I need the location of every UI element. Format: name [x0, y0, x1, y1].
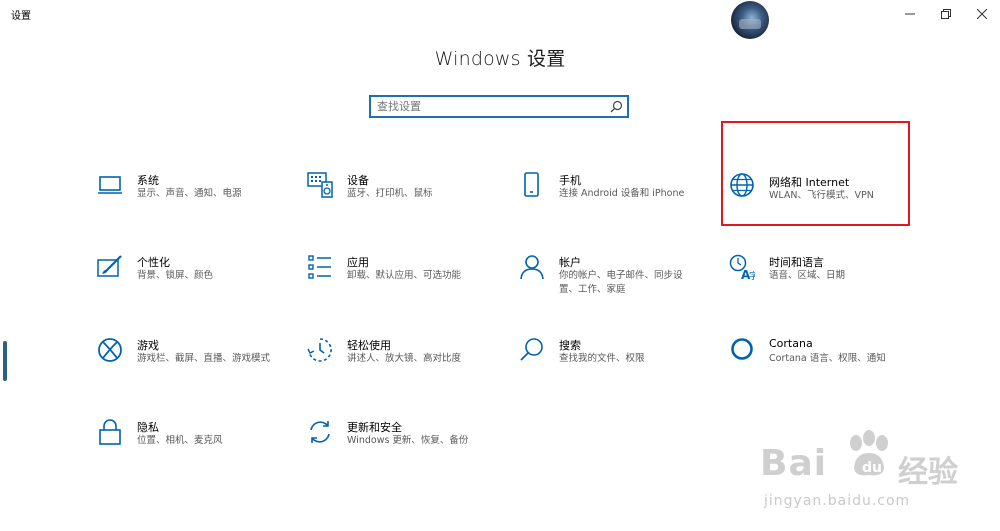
tile-ease-of-access[interactable]: 轻松使用 讲述人、放大镜、高对比度 — [307, 337, 507, 383]
tile-time-language[interactable]: A字 时间和语言 语音、区域、日期 — [729, 254, 929, 300]
tile-gaming[interactable]: 游戏 游戏栏、截屏、直播、游戏模式 — [97, 337, 297, 383]
tile-description: 蓝牙、打印机、鼠标 — [347, 188, 433, 199]
tile-cortana[interactable]: Cortana Cortana 语言、权限、通知 — [729, 337, 929, 383]
magnifier-icon — [519, 337, 545, 365]
tile-search[interactable]: 搜索 查找我的文件、权限 — [519, 337, 719, 383]
tile-title: 隐私 — [137, 421, 159, 434]
paw-icon: du — [850, 430, 888, 476]
svg-text:du: du — [862, 460, 882, 476]
tile-network[interactable]: 网络和 Internet WLAN、飞行模式、VPN — [729, 172, 929, 218]
tile-description: 连接 Android 设备和 iPhone — [559, 188, 685, 199]
tile-title: 更新和安全 — [347, 421, 402, 434]
tile-description: 显示、声音、通知、电源 — [137, 188, 242, 199]
tile-phone[interactable]: 手机 连接 Android 设备和 iPhone — [519, 172, 719, 218]
app-title: 设置 — [11, 11, 31, 22]
tile-description: Windows 更新、恢复、备份 — [347, 435, 469, 446]
tile-accounts[interactable]: 帐户 你的帐户、电子邮件、同步设置、工作、家庭 — [519, 254, 719, 300]
tile-description: WLAN、飞行模式、VPN — [769, 190, 874, 201]
minimize-icon — [905, 13, 915, 15]
watermark-brand-suffix: 经验 — [898, 455, 958, 490]
tile-title: 轻松使用 — [347, 339, 391, 352]
tile-description: 游戏栏、截屏、直播、游戏模式 — [137, 353, 271, 364]
tile-devices[interactable]: 设备 蓝牙、打印机、鼠标 — [307, 172, 507, 218]
search-input[interactable] — [371, 97, 607, 116]
tile-description: 卸载、默认应用、可选功能 — [347, 270, 462, 281]
search-icon[interactable] — [610, 100, 623, 113]
tile-title: 帐户 — [559, 256, 581, 269]
xbox-icon — [97, 337, 123, 365]
watermark: Bai du 经验 jingyan.baidu.com — [760, 425, 990, 515]
tile-system[interactable]: 系统 显示、声音、通知、电源 — [97, 172, 297, 218]
tile-title: 游戏 — [137, 339, 159, 352]
tile-title: Cortana — [769, 337, 813, 350]
cortana-ring-icon — [729, 337, 755, 365]
tile-privacy[interactable]: 隐私 位置、相机、麦克风 — [97, 419, 297, 465]
tile-title: 应用 — [347, 256, 369, 269]
search-box[interactable] — [369, 95, 629, 118]
close-button[interactable] — [964, 0, 1000, 28]
tile-description: 背景、锁屏、颜色 — [137, 270, 214, 281]
person-icon — [519, 254, 545, 282]
tile-description: 你的帐户、电子邮件、同步设置、工作、家庭 — [559, 270, 683, 295]
laptop-icon — [97, 172, 123, 200]
lock-icon — [97, 419, 123, 447]
sync-icon — [307, 419, 333, 447]
tile-title: 设备 — [347, 174, 369, 187]
title-bar: 设置 — [0, 0, 1000, 30]
restore-button[interactable] — [928, 0, 964, 28]
tile-description: 查找我的文件、权限 — [559, 353, 645, 364]
app-list-icon — [307, 254, 333, 282]
page-title: Windows 设置 — [434, 48, 566, 70]
tile-personalization[interactable]: 个性化 背景、锁屏、颜色 — [97, 254, 297, 300]
tile-apps[interactable]: 应用 卸载、默认应用、可选功能 — [307, 254, 507, 300]
keyboard-speaker-icon — [307, 172, 333, 200]
tile-title: 手机 — [559, 174, 581, 187]
paint-brush-icon — [97, 254, 123, 282]
clock-language-icon: A字 — [729, 254, 755, 282]
tile-title: 网络和 Internet — [769, 176, 850, 189]
tile-title: 个性化 — [137, 256, 170, 269]
restore-icon — [941, 9, 951, 19]
minimize-button[interactable] — [892, 0, 928, 28]
tile-description: 位置、相机、麦克风 — [137, 435, 223, 446]
watermark-url: jingyan.baidu.com — [764, 493, 911, 509]
scroll-indicator[interactable] — [3, 341, 7, 381]
tile-title: 系统 — [137, 174, 159, 187]
user-avatar[interactable] — [731, 1, 769, 39]
globe-icon — [729, 172, 755, 200]
tile-description: 讲述人、放大镜、高对比度 — [347, 353, 462, 364]
tile-description: Cortana 语言、权限、通知 — [769, 353, 886, 364]
tile-description: 语音、区域、日期 — [769, 270, 846, 281]
tile-update-security[interactable]: 更新和安全 Windows 更新、恢复、备份 — [307, 419, 507, 465]
watermark-brand: Bai — [760, 443, 828, 484]
tile-title: 时间和语言 — [769, 256, 824, 269]
phone-icon — [519, 172, 545, 200]
svg-text:字: 字 — [749, 270, 755, 280]
ease-of-access-icon — [307, 337, 333, 365]
close-icon — [977, 9, 987, 19]
tile-title: 搜索 — [559, 339, 581, 352]
